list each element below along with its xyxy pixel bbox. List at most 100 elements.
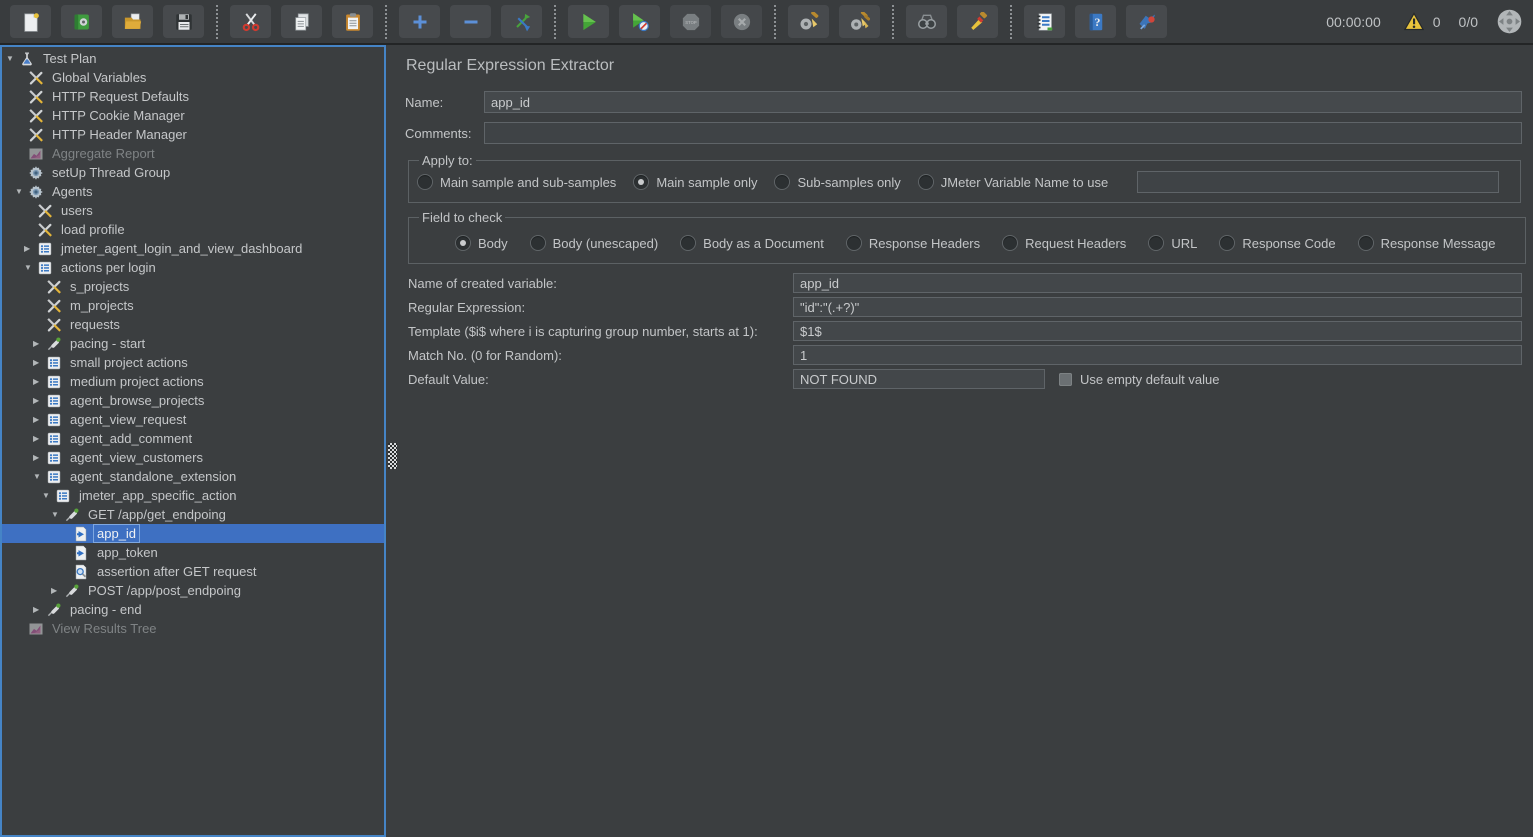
add-button[interactable] <box>399 5 440 38</box>
function-helper-button[interactable] <box>1024 5 1065 38</box>
tree-item-assertion-after-get-request[interactable]: assertion after GET request <box>2 562 384 581</box>
radio-body-as-a-document[interactable]: Body as a Document <box>680 235 824 251</box>
tree-item-http-request-defaults[interactable]: HTTP Request Defaults <box>2 87 384 106</box>
tree-collapsed-arrow-icon[interactable]: ▶ <box>33 391 46 410</box>
tree-item-agent-standalone-extension[interactable]: ▼agent_standalone_extension <box>2 467 384 486</box>
radio-body-unescaped[interactable]: Body (unescaped) <box>530 235 659 251</box>
radio-jmeter-variable-name-to-use[interactable]: JMeter Variable Name to use <box>918 174 1108 190</box>
tree-collapsed-arrow-icon[interactable]: ▶ <box>33 410 46 429</box>
warning-count: 0 <box>1433 14 1441 30</box>
tree-collapsed-arrow-icon[interactable]: ▶ <box>51 581 64 600</box>
tree-item-post-app-post-endpoing[interactable]: ▶POST /app/post_endpoing <box>2 581 384 600</box>
new-file-button[interactable] <box>10 5 51 38</box>
tree-item-users[interactable]: users <box>2 201 384 220</box>
tree-item-actions-per-login[interactable]: ▼actions per login <box>2 258 384 277</box>
radio-request-headers[interactable]: Request Headers <box>1002 235 1126 251</box>
tree-expanded-arrow-icon[interactable]: ▼ <box>24 258 37 277</box>
tree-collapsed-arrow-icon[interactable]: ▶ <box>33 372 46 391</box>
radio-main-sample-and-sub-samples[interactable]: Main sample and sub-samples <box>417 174 616 190</box>
tree-item-app-token[interactable]: app_token <box>2 543 384 562</box>
radio-unselected-icon <box>918 174 934 190</box>
tree-collapsed-arrow-icon[interactable]: ▶ <box>33 429 46 448</box>
tree-item-small-project-actions[interactable]: ▶small project actions <box>2 353 384 372</box>
tree-item-s-projects[interactable]: s_projects <box>2 277 384 296</box>
tree-expanded-arrow-icon[interactable]: ▼ <box>15 182 28 201</box>
shutdown-button[interactable] <box>721 5 762 38</box>
paste-button[interactable] <box>332 5 373 38</box>
radio-unselected-icon <box>417 174 433 190</box>
tree-item-get-app-get-endpoing[interactable]: ▼GET /app/get_endpoing <box>2 505 384 524</box>
tree-item-agent-browse-projects[interactable]: ▶agent_browse_projects <box>2 391 384 410</box>
open-file-button[interactable] <box>112 5 153 38</box>
clear-button[interactable] <box>788 5 829 38</box>
tree-item-global-variables[interactable]: Global Variables <box>2 68 384 87</box>
param-input-template-i-where-i-is-capturing-group-number-starts-at-1[interactable] <box>793 321 1522 341</box>
tree-expanded-arrow-icon[interactable]: ▼ <box>42 486 55 505</box>
tree-collapsed-arrow-icon[interactable]: ▶ <box>24 239 37 258</box>
tree-item-medium-project-actions[interactable]: ▶medium project actions <box>2 372 384 391</box>
jmeter-variable-name-input[interactable] <box>1137 171 1499 193</box>
log-warnings-indicator[interactable]: 0 <box>1403 12 1441 32</box>
tree-item-pacing-end[interactable]: ▶pacing - end <box>2 600 384 619</box>
tree-collapsed-arrow-icon[interactable]: ▶ <box>33 600 46 619</box>
help-button[interactable]: ? <box>1075 5 1116 38</box>
tree-item-load-profile[interactable]: load profile <box>2 220 384 239</box>
toggle-button[interactable] <box>501 5 542 38</box>
tree-item-http-header-manager[interactable]: HTTP Header Manager <box>2 125 384 144</box>
tree-expanded-arrow-icon[interactable]: ▼ <box>33 467 46 486</box>
remove-button[interactable] <box>450 5 491 38</box>
start-no-pauses-button[interactable] <box>619 5 660 38</box>
tree-item-app-id[interactable]: app_id <box>2 524 384 543</box>
open-templates-button[interactable] <box>61 5 102 38</box>
tree-item-view-results-tree[interactable]: View Results Tree <box>2 619 384 638</box>
tree-item-aggregate-report[interactable]: Aggregate Report <box>2 144 384 163</box>
radio-sub-samples-only[interactable]: Sub-samples only <box>774 174 900 190</box>
tree-collapsed-arrow-icon[interactable]: ▶ <box>33 334 46 353</box>
controller-icon <box>37 260 53 276</box>
split-divider[interactable] <box>386 45 402 837</box>
tree-item-test-plan[interactable]: ▼Test Plan <box>2 49 384 68</box>
tree-item-jmeter-agent-login-and-view-dashboard[interactable]: ▶jmeter_agent_login_and_view_dashboard <box>2 239 384 258</box>
tree-collapsed-arrow-icon[interactable]: ▶ <box>33 448 46 467</box>
stop-button[interactable]: STOP <box>670 5 711 38</box>
tree-item-agent-view-customers[interactable]: ▶agent_view_customers <box>2 448 384 467</box>
tree-expanded-arrow-icon[interactable]: ▼ <box>6 49 19 68</box>
search-reset-icon <box>968 12 988 32</box>
divider-grip-icon[interactable] <box>388 443 397 469</box>
radio-response-message[interactable]: Response Message <box>1358 235 1496 251</box>
tree-expanded-arrow-icon[interactable]: ▼ <box>51 505 64 524</box>
param-input-regular-expression[interactable] <box>793 297 1522 317</box>
clear-all-button[interactable] <box>839 5 880 38</box>
search-reset-button[interactable] <box>957 5 998 38</box>
tree-item-agent-add-comment[interactable]: ▶agent_add_comment <box>2 429 384 448</box>
misc-colorful-button[interactable] <box>1126 5 1167 38</box>
param-input-match-no-0-for-random[interactable] <box>793 345 1522 365</box>
page-title: Regular Expression Extractor <box>406 57 1522 75</box>
start-button[interactable] <box>568 5 609 38</box>
radio-response-code[interactable]: Response Code <box>1219 235 1335 251</box>
cut-button[interactable] <box>230 5 271 38</box>
param-input-name-of-created-variable[interactable] <box>793 273 1522 293</box>
remote-start-icon[interactable] <box>1496 8 1523 35</box>
save-button[interactable] <box>163 5 204 38</box>
tree-item-setup-thread-group[interactable]: setUp Thread Group <box>2 163 384 182</box>
param-input-default-value[interactable] <box>793 369 1045 389</box>
tree-item-jmeter-app-specific-action[interactable]: ▼jmeter_app_specific_action <box>2 486 384 505</box>
tree-item-pacing-start[interactable]: ▶pacing - start <box>2 334 384 353</box>
radio-response-headers[interactable]: Response Headers <box>846 235 980 251</box>
search-button[interactable] <box>906 5 947 38</box>
radio-main-sample-only[interactable]: Main sample only <box>633 174 757 190</box>
tree-item-agent-view-request[interactable]: ▶agent_view_request <box>2 410 384 429</box>
tree-item-agents[interactable]: ▼Agents <box>2 182 384 201</box>
tree-item-requests[interactable]: requests <box>2 315 384 334</box>
tree-collapsed-arrow-icon[interactable]: ▶ <box>33 353 46 372</box>
comments-input[interactable] <box>484 122 1522 144</box>
radio-url[interactable]: URL <box>1148 235 1197 251</box>
tree-item-http-cookie-manager[interactable]: HTTP Cookie Manager <box>2 106 384 125</box>
tree-item-m-projects[interactable]: m_projects <box>2 296 384 315</box>
use-empty-default-checkbox[interactable] <box>1059 373 1072 386</box>
name-input[interactable] <box>484 91 1522 113</box>
copy-button[interactable] <box>281 5 322 38</box>
apply-to-group: Apply to: Main sample and sub-samplesMai… <box>408 153 1521 203</box>
radio-body[interactable]: Body <box>455 235 508 251</box>
